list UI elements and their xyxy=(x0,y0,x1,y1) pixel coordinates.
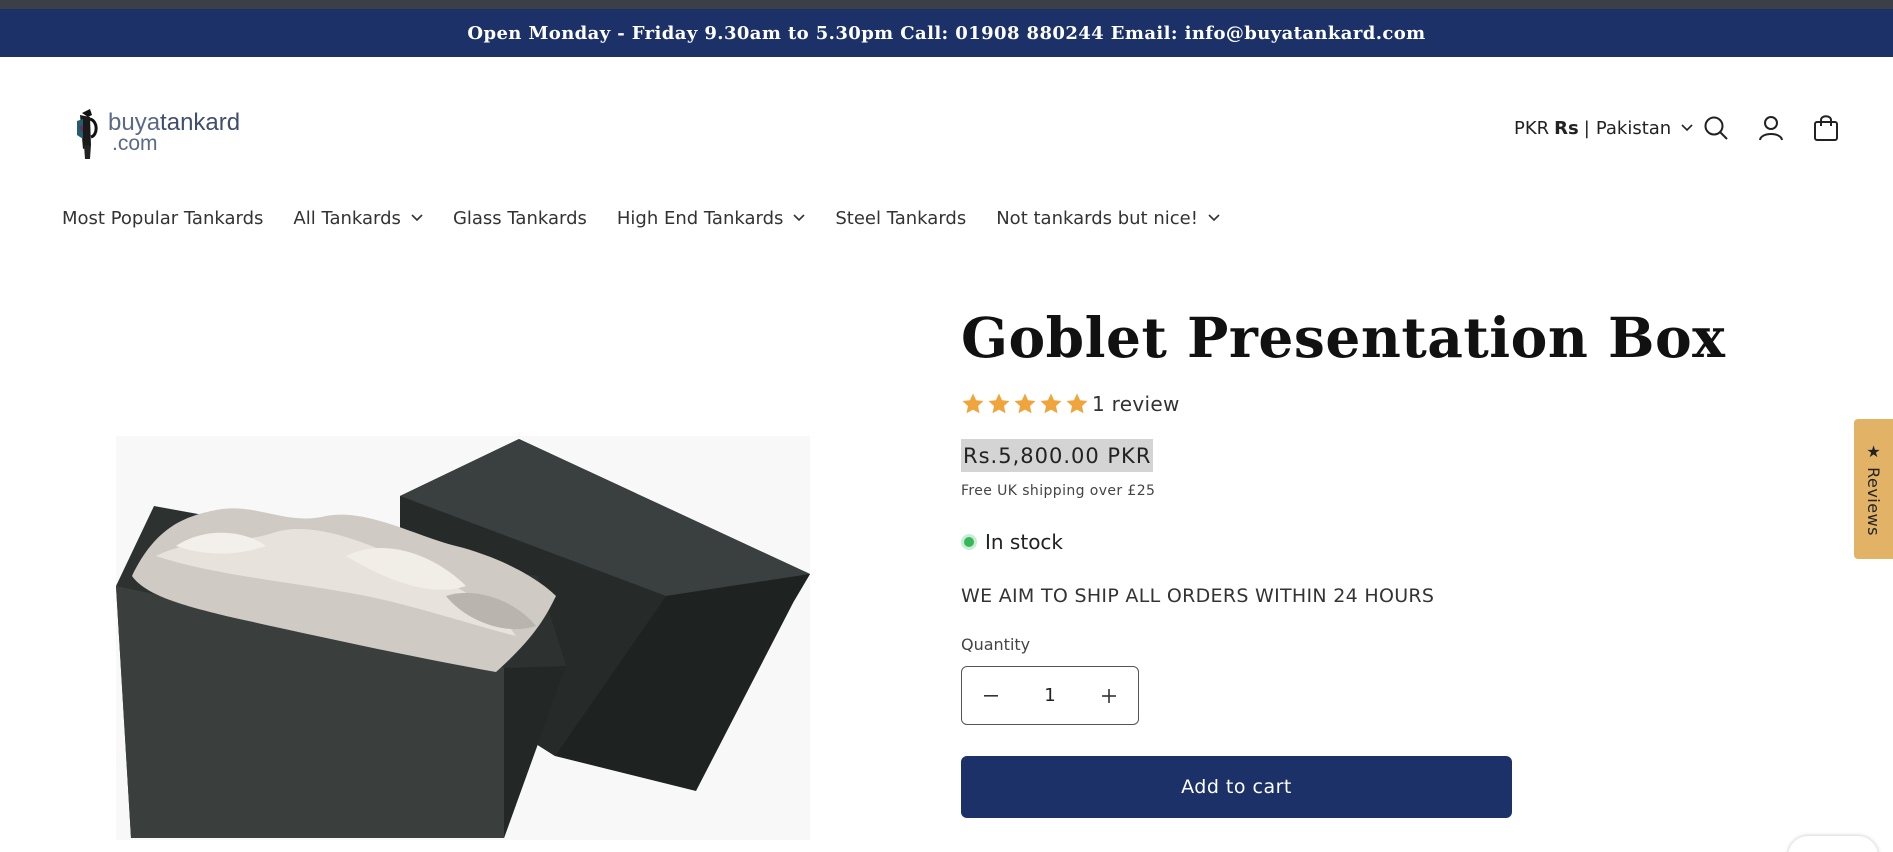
chevron-down-icon xyxy=(1681,124,1693,132)
account-button[interactable] xyxy=(1754,111,1788,145)
minus-icon xyxy=(984,694,998,697)
browser-top-strip xyxy=(0,0,1893,9)
chevron-down-icon xyxy=(1208,214,1220,222)
currency-country: Pakistan xyxy=(1595,117,1672,139)
chevron-down-icon xyxy=(793,214,805,222)
search-button[interactable] xyxy=(1699,111,1733,145)
in-stock-dot-icon xyxy=(961,534,977,550)
main-navigation: Most Popular Tankards All Tankards Glass T… xyxy=(62,205,1250,231)
star-icon xyxy=(1014,393,1036,414)
star-icon xyxy=(962,393,984,414)
nav-item[interactable]: All Tankards xyxy=(293,208,423,229)
add-to-cart-button[interactable]: Add to cart xyxy=(961,756,1512,818)
shipping-message: WE AIM TO SHIP ALL ORDERS WITHIN 24 HOUR… xyxy=(961,585,1435,607)
currency-symbol: Rs xyxy=(1554,117,1579,139)
product-title: Goblet Presentation Box xyxy=(961,305,1726,370)
nav-item[interactable]: Most Popular Tankards xyxy=(62,208,263,229)
star-icon xyxy=(988,393,1010,414)
product-price: Rs.5,800.00 PKR xyxy=(961,439,1154,472)
nav-item-label: All Tankards xyxy=(293,207,401,229)
product-rating[interactable]: 1 review xyxy=(961,392,1180,416)
tankard-logo-icon xyxy=(77,109,98,159)
chevron-down-icon xyxy=(411,214,423,222)
logo-text-tankard: tankard xyxy=(160,109,241,136)
plus-icon xyxy=(1102,688,1116,703)
quantity-increase-button[interactable] xyxy=(1080,667,1138,724)
cart-icon xyxy=(1814,115,1838,141)
user-icon xyxy=(1759,116,1783,141)
site-logo[interactable]: buyatankard .com xyxy=(74,101,254,165)
nav-item[interactable]: High End Tankards xyxy=(617,208,806,229)
presentation-box-image xyxy=(116,436,810,840)
nav-item[interactable]: Steel Tankards xyxy=(835,208,966,229)
quantity-input[interactable]: 1 xyxy=(1020,685,1080,706)
stock-status-text: In stock xyxy=(985,530,1064,554)
nav-item-label: Glass Tankards xyxy=(452,207,587,229)
cart-button[interactable] xyxy=(1809,111,1843,145)
announcement-text: Open Monday - Friday 9.30am to 5.30pm Ca… xyxy=(467,22,1426,44)
review-count: 1 review xyxy=(1092,392,1180,416)
currency-separator: | xyxy=(1583,117,1590,139)
nav-item[interactable]: Not tankards but nice! xyxy=(996,208,1220,229)
nav-item-label: Most Popular Tankards xyxy=(62,207,264,229)
site-header: buyatankard .com PKR Rs | Pakistan xyxy=(0,57,1893,197)
rating-stars xyxy=(961,392,1089,416)
currency-selector[interactable]: PKR Rs | Pakistan xyxy=(1514,113,1693,143)
quantity-decrease-button[interactable] xyxy=(962,667,1020,724)
product-image[interactable] xyxy=(116,436,810,840)
star-icon xyxy=(1066,393,1088,414)
shipping-note: Free UK shipping over £25 xyxy=(961,483,1156,499)
nav-item-label: Steel Tankards xyxy=(835,207,967,229)
quantity-stepper: 1 xyxy=(961,666,1139,725)
star-icon xyxy=(1040,393,1062,414)
nav-item[interactable]: Glass Tankards xyxy=(453,208,587,229)
nav-item-label: Not tankards but nice! xyxy=(996,207,1198,229)
stock-status: In stock xyxy=(961,530,1063,554)
search-icon xyxy=(1704,116,1728,140)
quantity-label: Quantity xyxy=(961,635,1031,654)
announcement-bar: Open Monday - Friday 9.30am to 5.30pm Ca… xyxy=(0,9,1893,57)
nav-item-label: High End Tankards xyxy=(616,207,784,229)
logo-wordmark: buyatankard .com xyxy=(108,109,241,155)
logo-text-com: .com xyxy=(112,132,158,155)
reviews-tab-label: ★ Reviews xyxy=(1864,441,1883,536)
currency-code: PKR xyxy=(1514,117,1550,139)
reviews-side-tab[interactable]: ★ Reviews xyxy=(1854,419,1893,559)
chat-widget[interactable] xyxy=(1788,836,1878,852)
